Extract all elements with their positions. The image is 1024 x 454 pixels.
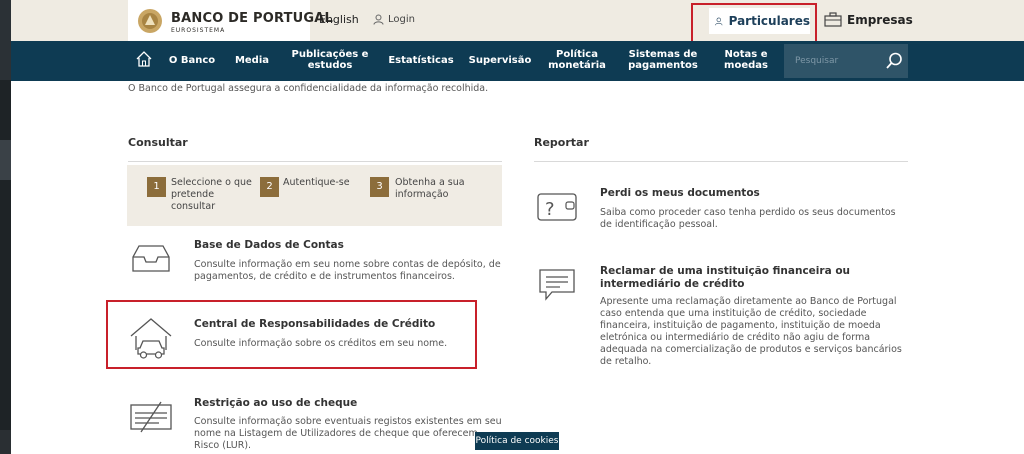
item-title-base-dados[interactable]: Base de Dados de Contas [194,239,344,251]
home-icon[interactable] [135,50,153,68]
step-text: Obtenha a sua informação [395,177,465,200]
consultar-heading: Consultar [128,136,188,149]
login-label: Login [388,14,415,25]
reportar-divider [534,161,908,162]
complaint-message-icon [539,269,575,301]
item-desc-base-dados: Consulte informação em seu nome sobre co… [194,259,501,282]
item-title-restricao-cheque[interactable]: Restrição ao uso de cheque [194,397,357,409]
intro-text: O Banco de Portugal assegura a confidenc… [128,83,489,94]
user-icon [373,14,384,25]
reportar-heading: Reportar [534,136,589,149]
item-desc-perdi-documentos: Saiba como proceder caso tenha perdido o… [600,207,896,230]
nav-item-estatisticas[interactable]: Estatísticas [386,55,456,66]
lost-document-icon: ? [537,193,577,221]
nav-item-o-banco[interactable]: O Banco [166,55,218,66]
step-text: Autentique-se [283,177,350,188]
central-responsabilidades-highlight [106,300,477,369]
search-input[interactable]: Pesquisar [795,56,838,66]
bank-emblem-icon [138,9,162,33]
empresas-label: Empresas [847,12,913,27]
consultar-divider [128,161,502,162]
step-badge: 1 [147,177,166,197]
logo-text: BANCO DE PORTUGAL [171,11,334,26]
cookie-policy-link[interactable]: Política de cookies [475,432,559,450]
nav-item-politica-monetaria[interactable]: Política monetária [544,49,610,71]
item-desc-restricao-cheque: Consulte informação sobre eventuais regi… [194,416,502,451]
item-title-reclamar[interactable]: Reclamar de uma instituição financeira o… [600,265,910,291]
crossed-cheque-icon [130,401,172,433]
step-badge: 2 [260,177,279,197]
nav-item-media[interactable]: Media [231,55,273,66]
nav-item-supervisao[interactable]: Supervisão [468,55,532,66]
left-desktop-strip [0,0,11,454]
login-link[interactable]: Login [373,14,415,25]
empresas-button[interactable]: Empresas [824,12,913,27]
step-badge: 3 [370,177,389,197]
search-icon[interactable] [885,52,903,70]
corner-strip [0,430,11,454]
steps-panel: 1 Seleccione o que pretende consultar 2 … [127,165,502,226]
particulares-highlight [691,3,817,45]
briefcase-icon [824,12,842,27]
nav-item-publicacoes[interactable]: Publicações e estudos [290,49,370,71]
logo-subtext: EUROSISTEMA [171,27,226,34]
inbox-tray-icon [132,245,170,272]
nav-item-notas-moedas[interactable]: Notas e moedas [717,49,775,71]
step-text: Seleccione o que pretende consultar [171,177,252,212]
language-link[interactable]: English [319,13,359,26]
item-title-perdi-documentos[interactable]: Perdi os meus documentos [600,187,760,199]
item-desc-reclamar: Apresente uma reclamação diretamente ao … [600,296,902,367]
nav-item-sistemas-pagamentos[interactable]: Sistemas de pagamentos [626,49,700,71]
svg-text:?: ? [545,199,555,220]
